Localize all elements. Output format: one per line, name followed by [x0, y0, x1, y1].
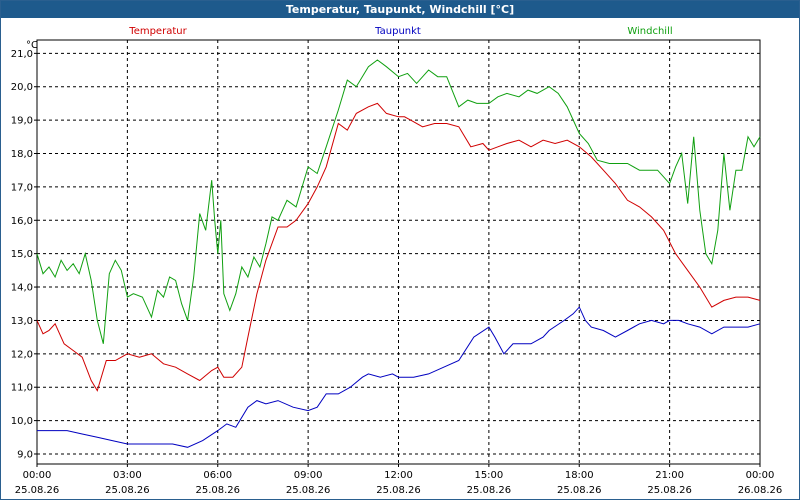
- x-tick-time: 06:00: [203, 470, 232, 481]
- x-tick-date: 25.08.26: [286, 485, 331, 496]
- y-axis-label: °C: [26, 40, 38, 51]
- y-tick-label: 11,0: [11, 383, 33, 394]
- y-tick-label: 19,0: [11, 116, 33, 127]
- y-tick-label: 10,0: [11, 416, 33, 427]
- y-tick-label: 9,0: [17, 449, 33, 460]
- x-tick-time: 18:00: [565, 470, 594, 481]
- y-tick-label: 13,0: [11, 316, 33, 327]
- x-tick-date: 25.08.26: [15, 485, 60, 496]
- y-tick-label: 16,0: [11, 216, 33, 227]
- line-chart: 9,0 10,0 11,0 12,0 13,0 14,0 15,0 16,0 17,0 18,0 1…: [11, 26, 783, 496]
- x-tick-time: 00:00: [23, 470, 52, 481]
- y-tick-label: 15,0: [11, 249, 33, 260]
- x-tick-time: 15:00: [474, 470, 503, 481]
- x-tick-date: 25.08.26: [467, 485, 512, 496]
- x-tick-time: 12:00: [384, 470, 413, 481]
- legend: Temperatur Taupunkt Windchill: [128, 26, 672, 37]
- x-tick-time: 21:00: [655, 470, 684, 481]
- x-tick-date: 25.08.26: [557, 485, 602, 496]
- x-tick-date: 25.08.26: [376, 485, 421, 496]
- y-tick-label: 14,0: [11, 283, 33, 294]
- y-tick-label: 12,0: [11, 349, 33, 360]
- x-tick-date: 26.08.26: [738, 485, 783, 496]
- y-tick-label: 18,0: [11, 149, 33, 160]
- y-axis-ticks: 9,0 10,0 11,0 12,0 13,0 14,0 15,0 16,0 17,0 18,0 1…: [11, 49, 37, 460]
- x-tick-date: 25.08.26: [105, 485, 150, 496]
- legend-item-taupunkt: Taupunkt: [374, 26, 421, 37]
- x-axis-ticks: 00:00 25.08.26 03:00 25.08.26 06:00 25.08.26 0…: [15, 464, 783, 496]
- legend-item-temperatur: Temperatur: [128, 26, 187, 37]
- x-tick-time: 03:00: [113, 470, 142, 481]
- x-tick-time: 00:00: [746, 470, 775, 481]
- legend-item-windchill: Windchill: [627, 26, 672, 37]
- y-tick-label: 20,0: [11, 82, 33, 93]
- grid: [37, 40, 760, 464]
- x-tick-date: 25.08.26: [195, 485, 240, 496]
- y-tick-label: 17,0: [11, 182, 33, 193]
- x-tick-time: 09:00: [294, 470, 323, 481]
- x-tick-date: 25.08.26: [647, 485, 692, 496]
